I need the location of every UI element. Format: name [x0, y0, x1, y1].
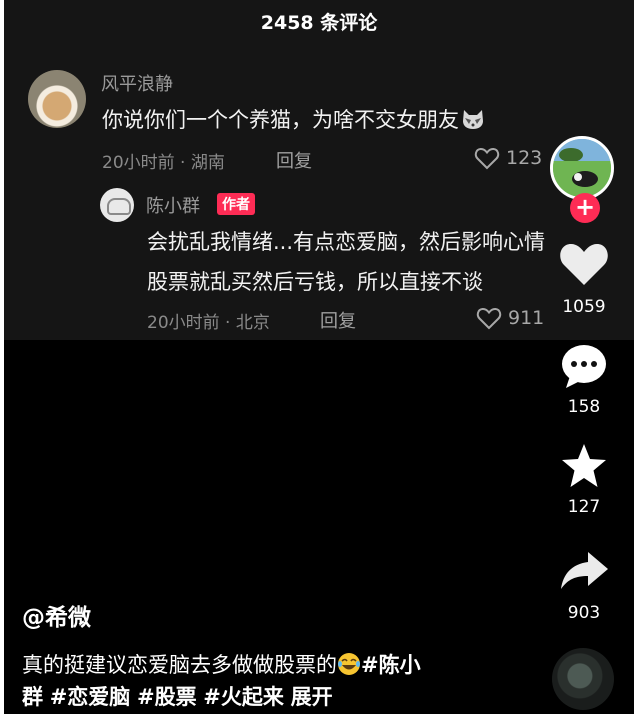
caption-text: 真的挺建议恋爱脑去多做做股票的 — [22, 653, 337, 677]
favorite-count: 127 — [567, 497, 601, 517]
author-reply-line-1: 会扰乱我情绪...有点恋爱脑，然后影响心情 — [147, 230, 546, 254]
author-reply-like-button[interactable]: 911 — [476, 306, 544, 330]
comment-count: 158 — [567, 397, 601, 417]
music-disc-icon[interactable] — [552, 648, 614, 710]
comment-meta: 20小时前 · 湖南 — [102, 153, 225, 173]
creator-avatar[interactable] — [550, 136, 614, 200]
hashtag-link[interactable]: 群 — [22, 685, 43, 709]
expand-caption-button[interactable]: 展开 — [291, 685, 333, 709]
share-arrow-icon[interactable] — [558, 546, 610, 594]
like-count: 1059 — [562, 297, 606, 317]
author-avatar[interactable] — [100, 188, 134, 222]
comment-text: 你说你们一个个养猫，为啥不交女朋友 — [102, 100, 485, 140]
author-badge: 作者 — [217, 193, 255, 215]
share-count: 903 — [567, 603, 601, 623]
hashtag-link[interactable]: #恋爱脑 — [50, 685, 131, 709]
reply-button[interactable]: 回复 — [320, 307, 356, 333]
comment-text-body: 你说你们一个个养猫，为啥不交女朋友 — [102, 108, 459, 132]
author-reply-meta: 20小时前 · 北京 — [147, 313, 270, 333]
comment-count-title: 2458 条评论 — [260, 12, 378, 34]
video-author-handle[interactable]: @希微 — [22, 598, 91, 632]
reply-button[interactable]: 回复 — [276, 147, 312, 173]
author-reply-line-2: 股票就乱买然后亏钱，所以直接不谈 — [147, 270, 483, 294]
heart-outline-icon — [476, 307, 502, 330]
author-reply-text: 会扰乱我情绪...有点恋爱脑，然后影响心情 股票就乱买然后亏钱，所以直接不谈 — [147, 222, 617, 302]
video-screen: 2458 条评论 风平浪静 你说你们一个个养猫，为啥不交女朋友 20小时前 · … — [4, 0, 634, 714]
hashtag-link[interactable]: #火起来 — [203, 685, 284, 709]
comment-panel: 2458 条评论 风平浪静 你说你们一个个养猫，为啥不交女朋友 20小时前 · … — [4, 0, 634, 340]
author-reply-like-count: 911 — [508, 307, 545, 329]
hashtag-link[interactable]: #股票 — [137, 685, 197, 709]
comment-bubble-icon[interactable] — [558, 342, 610, 390]
laughing-tears-emoji-icon — [338, 653, 360, 675]
star-icon[interactable] — [558, 442, 610, 490]
comment-like-button[interactable]: 123 — [474, 146, 542, 170]
commenter-username[interactable]: 风平浪静 — [101, 70, 173, 96]
heart-outline-icon — [474, 147, 500, 170]
cat-face-emoji-icon — [463, 110, 483, 129]
follow-plus-icon[interactable]: + — [570, 193, 600, 223]
hashtag-link[interactable]: #陈小 — [361, 653, 421, 677]
heart-icon[interactable] — [558, 240, 610, 288]
video-caption: 真的挺建议恋爱脑去多做做股票的 #陈小 群 #恋爱脑 #股票 #火起来 展开 — [22, 649, 532, 713]
commenter-avatar[interactable] — [28, 70, 86, 128]
comment-like-count: 123 — [506, 147, 543, 169]
author-username[interactable]: 陈小群 — [146, 192, 200, 218]
creator-avatar-image — [553, 139, 611, 197]
